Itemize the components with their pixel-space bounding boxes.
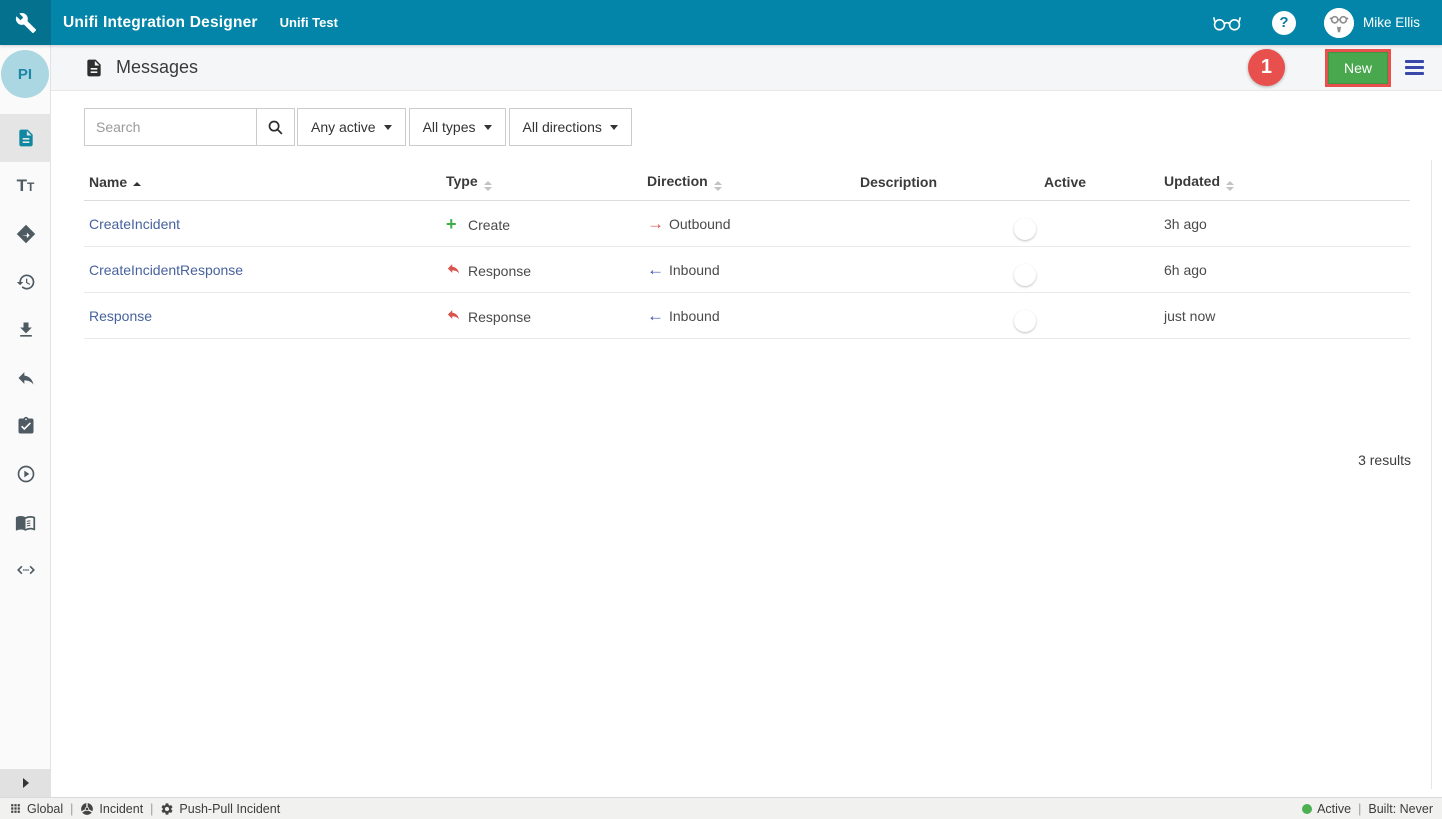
table-header-row: Name Type Direction Description Active U… (84, 164, 1410, 201)
top-app-bar: Unifi Integration Designer Unifi Test ? … (0, 0, 1442, 45)
status-bar: Global | Incident | Push-Pull Incident A… (0, 797, 1442, 819)
search-input[interactable] (84, 108, 257, 146)
new-button[interactable]: New (1328, 52, 1388, 84)
workspace-name: Unifi Test (280, 15, 338, 30)
book-icon (15, 512, 36, 533)
wrench-icon (15, 12, 37, 34)
download-icon (16, 320, 36, 340)
gear-icon (160, 802, 174, 816)
sidebar-item-messages[interactable] (0, 114, 51, 162)
left-sidebar: PI TT (0, 45, 51, 797)
sort-asc-icon (133, 182, 141, 189)
annotation-step-badge: 1 (1248, 49, 1285, 86)
history-icon (16, 272, 36, 292)
updated-cell: 3h ago (1164, 216, 1207, 232)
process-label[interactable]: Incident (99, 802, 143, 816)
search-button[interactable] (257, 108, 295, 146)
code-icon (15, 559, 37, 581)
main-panel: Messages 1 New Any active All types All … (51, 45, 1442, 797)
sidebar-item-text-fields[interactable]: TT (0, 162, 51, 210)
integration-label[interactable]: Push-Pull Incident (179, 802, 280, 816)
built-label: Built: Never (1368, 802, 1433, 816)
active-status-icon (1302, 804, 1312, 814)
sidebar-item-transform[interactable] (0, 210, 51, 258)
response-type-icon (446, 307, 468, 322)
active-filter-dropdown[interactable]: Any active (297, 108, 406, 146)
incident-icon (80, 802, 94, 816)
message-link[interactable]: Response (89, 308, 152, 324)
play-circle-icon (16, 464, 36, 484)
menu-icon[interactable] (1405, 57, 1424, 78)
message-link[interactable]: CreateIncident (89, 216, 180, 232)
search-icon (267, 119, 284, 136)
sidebar-item-download[interactable] (0, 306, 51, 354)
build-status: Active | Built: Never (1302, 802, 1433, 816)
sort-icon (714, 181, 722, 192)
table-row: CreateIncidentResponse Response ←Inbound… (84, 247, 1410, 293)
reply-icon (16, 368, 36, 388)
column-header-name[interactable]: Name (84, 174, 441, 190)
create-type-icon: + (446, 215, 468, 233)
table-row: Response Response ←Inbound just now (84, 293, 1410, 339)
messages-page-icon (84, 58, 104, 78)
sort-icon (1226, 181, 1234, 192)
inbound-arrow-icon: ← (647, 261, 669, 278)
expand-arrow-icon (23, 778, 29, 788)
response-type-icon (446, 261, 468, 276)
sort-icon (484, 181, 492, 192)
chevron-down-icon (484, 125, 492, 130)
text-fields-icon: TT (17, 177, 35, 195)
grid-icon (9, 802, 22, 815)
messages-table: Name Type Direction Description Active U… (84, 164, 1410, 339)
sidebar-item-response[interactable] (0, 354, 51, 402)
sidebar-item-code[interactable] (0, 546, 51, 594)
sidebar-item-documentation[interactable] (0, 498, 51, 546)
transform-icon (15, 223, 37, 245)
type-filter-dropdown[interactable]: All types (409, 108, 506, 146)
active-status-label: Active (1317, 802, 1351, 816)
column-header-type[interactable]: Type (441, 173, 642, 192)
user-avatar-icon[interactable] (1324, 8, 1354, 38)
direction-filter-dropdown[interactable]: All directions (509, 108, 632, 146)
sidebar-item-run[interactable] (0, 450, 51, 498)
sidebar-item-history[interactable] (0, 258, 51, 306)
filter-bar: Any active All types All directions (51, 91, 1442, 164)
app-logo[interactable] (0, 0, 51, 45)
help-icon[interactable]: ? (1272, 11, 1296, 35)
chevron-down-icon (384, 125, 392, 130)
context-breadcrumb: Global | Incident | Push-Pull Incident (9, 802, 280, 816)
integration-avatar[interactable]: PI (1, 50, 49, 98)
sidebar-expand-button[interactable] (0, 769, 51, 797)
glasses-icon[interactable] (1212, 13, 1242, 33)
updated-cell: just now (1164, 308, 1215, 324)
app-title: Unifi Integration Designer (63, 14, 258, 32)
sidebar-item-tasks[interactable] (0, 402, 51, 450)
user-name[interactable]: Mike Ellis (1363, 15, 1420, 30)
scrollbar-track[interactable] (1431, 160, 1432, 789)
messages-icon (16, 128, 36, 148)
clipboard-check-icon (16, 416, 36, 436)
column-header-description: Description (855, 174, 1030, 190)
scope-label[interactable]: Global (27, 802, 63, 816)
table-row: CreateIncident +Create →Outbound 3h ago (84, 201, 1410, 247)
column-header-updated[interactable]: Updated (1159, 173, 1410, 192)
outbound-arrow-icon: → (647, 215, 669, 232)
page-title: Messages (116, 57, 198, 78)
results-count: 3 results (1358, 452, 1411, 468)
updated-cell: 6h ago (1164, 262, 1207, 278)
column-header-direction[interactable]: Direction (642, 173, 855, 192)
page-header: Messages 1 New (51, 45, 1442, 91)
message-link[interactable]: CreateIncidentResponse (89, 262, 243, 278)
annotation-highlight-box: New (1325, 49, 1391, 87)
inbound-arrow-icon: ← (647, 307, 669, 324)
column-header-active: Active (1030, 174, 1159, 190)
chevron-down-icon (610, 125, 618, 130)
